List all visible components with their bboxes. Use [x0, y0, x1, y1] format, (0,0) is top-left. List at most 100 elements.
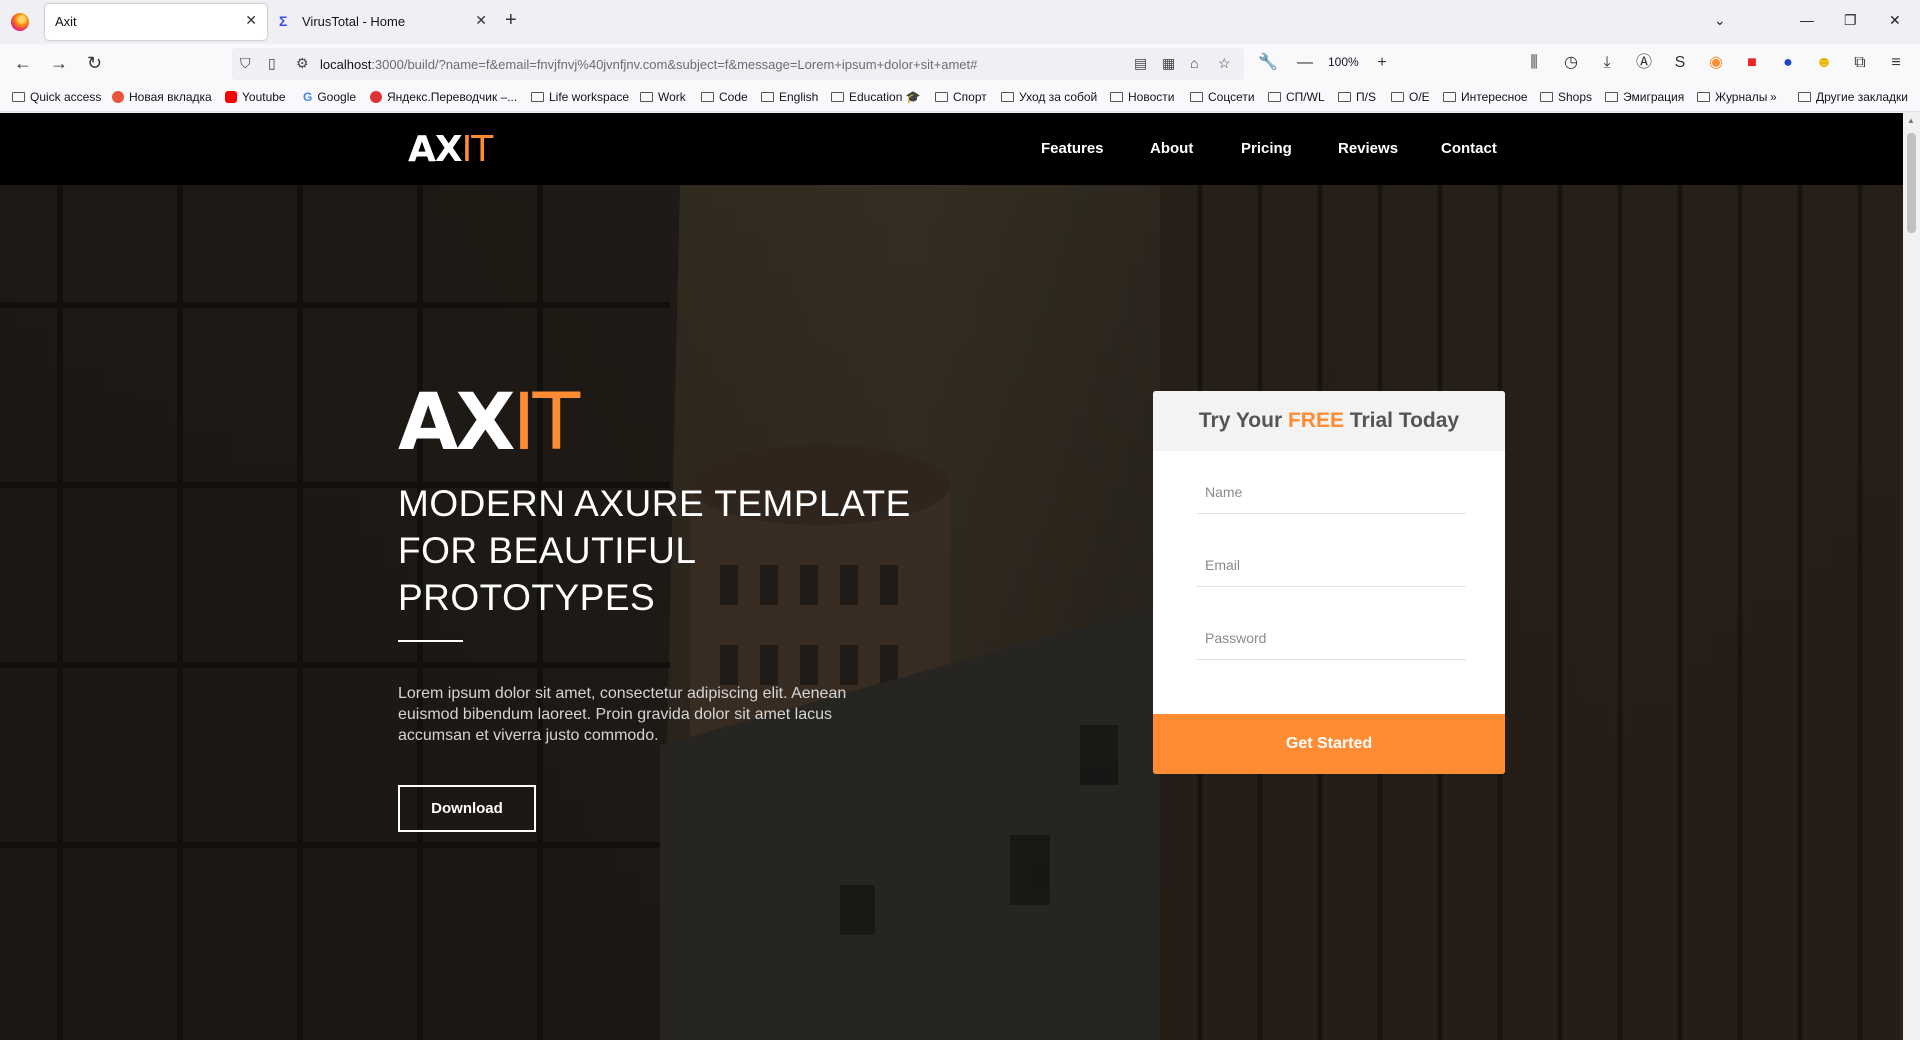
nav-contact[interactable]: Contact — [1441, 140, 1497, 157]
bookmark-label: Education 🎓 — [849, 90, 921, 104]
bookmark-item[interactable]: Интересное — [1443, 90, 1528, 104]
hero-logo-it: IT — [512, 378, 581, 468]
trial-card-title: Try Your FREE Trial Today — [1153, 391, 1505, 451]
permissions-icon[interactable]: ⚙ — [296, 55, 309, 72]
bookmark-label: СП/WL — [1286, 90, 1325, 104]
bookmark-label: Новости — [1128, 90, 1175, 104]
scroll-up-icon[interactable]: ▲ — [1907, 116, 1915, 125]
tab-axit[interactable]: Axit ✕ — [45, 4, 267, 40]
bookmark-item[interactable]: П/S — [1338, 90, 1376, 104]
restore-icon[interactable]: ❐ — [1844, 12, 1857, 29]
forward-icon[interactable]: → — [50, 54, 68, 72]
folder-icon — [1540, 92, 1553, 102]
shield-icon[interactable]: ⛉ — [240, 55, 251, 72]
bookmark-item[interactable]: G Google — [303, 90, 356, 104]
url-path: :3000/build/?name=f&email=fnvjfnvj%40jvn… — [371, 57, 978, 72]
bookmark-item[interactable]: O/E — [1391, 90, 1430, 104]
bookmark-label: Спорт — [953, 90, 987, 104]
extension-a-icon[interactable]: Ⓐ — [1634, 54, 1654, 72]
nav-pricing[interactable]: Pricing — [1241, 140, 1292, 157]
folder-icon — [1605, 92, 1618, 102]
close-tab-icon[interactable]: ✕ — [475, 12, 487, 29]
bookmark-item[interactable]: Журналы — [1697, 90, 1773, 104]
password-field[interactable] — [1196, 616, 1466, 660]
bookmark-item[interactable]: Youtube — [225, 90, 286, 104]
hero-background-image — [0, 185, 1903, 1040]
folder-icon — [1001, 92, 1014, 102]
extension-s-icon[interactable]: S — [1670, 54, 1690, 72]
bookmark-item[interactable]: Другие закладки — [1798, 90, 1908, 104]
download-button[interactable]: Download — [398, 785, 536, 832]
new-tab-icon[interactable]: + — [505, 10, 517, 30]
bookmark-item[interactable]: Quick access — [12, 90, 101, 104]
nav-features[interactable]: Features — [1041, 140, 1104, 157]
bookmark-item[interactable]: Спорт — [935, 90, 987, 104]
extension-grid-icon[interactable]: ▦ — [1162, 55, 1175, 72]
reload-icon[interactable]: ↻ — [87, 54, 102, 72]
nav-about[interactable]: About — [1150, 140, 1193, 157]
bookmark-label: Журналы — [1715, 90, 1768, 104]
bookmark-item[interactable]: Education 🎓 — [831, 90, 921, 104]
get-started-button[interactable]: Get Started — [1153, 714, 1505, 774]
history-icon[interactable]: ◷ — [1561, 54, 1581, 72]
page-viewport: AXIT Features About Pricing Reviews Cont… — [0, 113, 1903, 1040]
bookmark-item[interactable]: Яндекс.Переводчик –... — [370, 90, 517, 104]
library-icon[interactable]: ⫼ — [1524, 54, 1544, 72]
back-icon[interactable]: ← — [14, 54, 32, 72]
trial-title-pre: Try Your — [1198, 409, 1288, 432]
url-bar[interactable]: ⛉ ▯ ⚙ localhost:3000/build/?name=f&email… — [232, 48, 1244, 80]
url-text[interactable]: localhost:3000/build/?name=f&email=fnvjf… — [320, 57, 977, 72]
close-window-icon[interactable]: ✕ — [1889, 12, 1901, 29]
zoom-level[interactable]: 100% — [1328, 55, 1359, 69]
extension-blue-icon[interactable]: ● — [1778, 54, 1798, 72]
bookmark-item[interactable]: СП/WL — [1268, 90, 1325, 104]
bookmark-label: Google — [317, 90, 357, 104]
firefox-icon — [112, 91, 124, 103]
more-bookmarks-chevron-icon[interactable]: » — [1770, 90, 1777, 104]
minimize-icon[interactable]: — — [1800, 12, 1814, 28]
nav-reviews[interactable]: Reviews — [1338, 140, 1398, 157]
downloads-icon[interactable]: ⤓ — [1597, 54, 1617, 72]
folder-icon — [1190, 92, 1203, 102]
home-icon[interactable]: ⌂ — [1190, 55, 1198, 71]
hero-logo-ax: AX — [398, 378, 516, 468]
folder-icon — [1697, 92, 1710, 102]
reader-view-icon[interactable]: ▤ — [1134, 55, 1147, 72]
folder-icon — [1268, 92, 1281, 102]
site-logo[interactable]: AXIT — [408, 129, 493, 170]
zoom-in-icon[interactable]: + — [1372, 54, 1392, 72]
bookmark-item[interactable]: Уход за собой — [1001, 90, 1097, 104]
bookmark-label: Другие закладки — [1816, 90, 1908, 104]
zoom-out-icon[interactable]: — — [1295, 54, 1315, 72]
extension-face-icon[interactable]: ☻ — [1814, 54, 1834, 72]
list-all-tabs-icon[interactable]: ⌄ — [1714, 12, 1726, 29]
extension-circle-icon[interactable]: ◉ — [1706, 54, 1726, 72]
extension-square-icon[interactable]: ■ — [1742, 54, 1762, 72]
bookmark-label: Work — [658, 90, 686, 104]
bookmark-item[interactable]: Новости — [1110, 90, 1174, 104]
scrollbar-thumb[interactable] — [1907, 133, 1916, 233]
email-field[interactable] — [1196, 543, 1466, 587]
hero-logo: AXIT — [398, 383, 580, 463]
bookmark-item[interactable]: Life workspace — [531, 90, 629, 104]
bookmark-item[interactable]: English — [761, 90, 818, 104]
menu-icon[interactable]: ≡ — [1886, 54, 1906, 72]
bookmark-item[interactable]: Новая вкладка — [112, 90, 212, 104]
folder-icon — [1798, 92, 1811, 102]
bookmark-item[interactable]: Work — [640, 90, 686, 104]
tools-icon[interactable]: 🔧 — [1258, 54, 1278, 72]
tab-virustotal[interactable]: Σ VirusTotal - Home ✕ — [275, 4, 497, 40]
logo-ax: AX — [408, 129, 463, 170]
bookmark-item[interactable]: Shops — [1540, 90, 1592, 104]
folder-icon — [1110, 92, 1123, 102]
bookmark-item[interactable]: Эмиграция — [1605, 90, 1684, 104]
page-scrollbar[interactable]: ▲ — [1903, 113, 1920, 1040]
firefox-menu-icon[interactable] — [11, 13, 29, 31]
name-field[interactable] — [1196, 470, 1466, 514]
bookmark-item[interactable]: Code — [701, 90, 748, 104]
close-tab-icon[interactable]: ✕ — [245, 12, 257, 29]
page-icon[interactable]: ▯ — [268, 55, 276, 72]
extensions-icon[interactable]: ⧉ — [1850, 54, 1870, 72]
bookmark-star-icon[interactable]: ☆ — [1218, 55, 1231, 72]
bookmark-item[interactable]: Соцсети — [1190, 90, 1255, 104]
